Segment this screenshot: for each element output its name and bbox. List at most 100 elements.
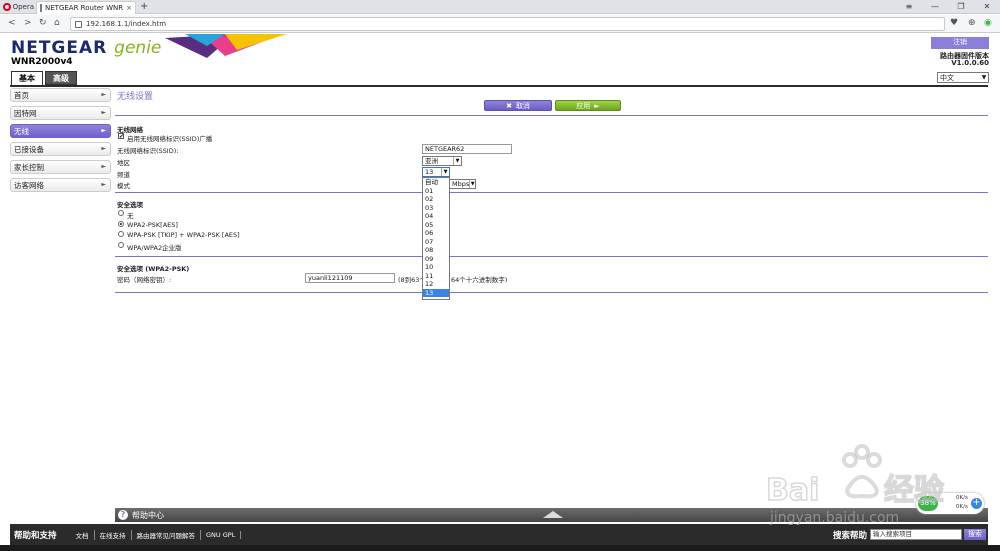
security-radio-wpa2-psk[interactable] — [118, 221, 124, 227]
opera-menu-button[interactable]: Opera — [0, 0, 34, 14]
password-input[interactable]: yuanli121109 — [305, 273, 395, 283]
site-info-icon — [75, 20, 82, 28]
sidebar-item-parental-control[interactable]: 家长控制 ► — [10, 160, 111, 174]
chevron-down-icon: ▼ — [469, 180, 475, 188]
new-tab-button[interactable]: + — [140, 1, 148, 12]
cancel-x-icon: ✖ — [506, 101, 512, 110]
channel-option[interactable]: 07 — [423, 238, 449, 247]
security-radio-none[interactable] — [118, 210, 124, 216]
mode-select[interactable]: Mbps ▼ — [449, 179, 476, 189]
chevron-right-icon: ► — [101, 163, 106, 170]
password-label: 密码（网络密钥）: — [117, 276, 172, 284]
channel-option[interactable]: 10 — [423, 263, 449, 272]
channel-option[interactable]: 01 — [423, 187, 449, 196]
section-divider — [115, 292, 988, 293]
sidebar-item-guest-network[interactable]: 访客网络 ► — [10, 178, 111, 192]
ssid-label: 无线网络标识(SSID): — [117, 147, 179, 155]
chevron-right-icon: ► — [101, 181, 106, 188]
footer-title: 帮助和支持 — [14, 530, 57, 541]
router-header: NETGEAR genie WNR2000v4 基本 高级 注销 路由器固件版本… — [0, 34, 1000, 86]
channel-option[interactable]: 08 — [423, 246, 449, 255]
search-button[interactable]: 搜索 — [964, 529, 986, 540]
page-icon — [40, 4, 43, 12]
channel-option[interactable]: 06 — [423, 229, 449, 238]
browser-tab[interactable]: NETGEAR Router WNR × — [36, 1, 136, 14]
section-divider — [115, 192, 988, 193]
cancel-button[interactable]: ✖ 取消 — [484, 100, 552, 111]
footer-link-faq[interactable]: 路由器常见问题解答 — [132, 529, 202, 540]
forward-icon[interactable]: > — [24, 18, 32, 28]
tab-basic[interactable]: 基本 — [11, 71, 43, 85]
os-taskbar — [0, 545, 1000, 551]
channel-option[interactable]: 03 — [423, 204, 449, 213]
channel-option[interactable]: 11 — [423, 272, 449, 281]
sidebar-item-internet[interactable]: 因特网 ► — [10, 106, 111, 120]
language-select[interactable]: 中文 ▼ — [937, 72, 989, 83]
heart-icon[interactable]: ♥ — [950, 18, 958, 28]
home-icon[interactable]: ⌂ — [54, 18, 60, 28]
expand-up-icon[interactable] — [543, 511, 563, 518]
channel-option[interactable]: 05 — [423, 221, 449, 230]
tab-advanced[interactable]: 高级 — [45, 71, 77, 85]
chevron-down-icon: ▼ — [453, 157, 461, 165]
section-divider — [115, 256, 988, 257]
search-help-label: 搜索帮助 — [833, 531, 868, 541]
model-name: WNR2000v4 — [11, 57, 73, 67]
chevron-right-icon: ► — [101, 91, 106, 98]
opera-logo-icon — [3, 3, 11, 11]
security-option-label: WPA2-PSK[AES] — [127, 221, 178, 229]
channel-option[interactable]: 04 — [423, 212, 449, 221]
minimize-button[interactable]: — — [922, 0, 948, 14]
footer-bar: 帮助和支持 文档 在线支持 路由器常见问题解答 GNU GPL 搜索帮助 输入搜… — [10, 524, 988, 545]
channel-option[interactable]: 自动 — [423, 178, 449, 187]
apply-arrow-icon: ► — [594, 101, 600, 110]
window-controls: ≡ — ❐ ✕ — [896, 0, 1000, 14]
security-radio-wpa-wpa2-mixed[interactable] — [118, 231, 124, 237]
upload-speed: 0K/s — [956, 495, 968, 501]
vpn-icon[interactable]: ◉ — [984, 18, 992, 28]
channel-option[interactable]: 02 — [423, 195, 449, 204]
tab-title: NETGEAR Router WNR — [45, 4, 124, 12]
easy-setup-icon[interactable]: ≡ — [896, 0, 922, 14]
chevron-right-icon: ► — [101, 127, 106, 134]
speed-percent: 38% — [918, 496, 938, 511]
security-option-label: WPA/WPA2企业版 — [127, 244, 182, 252]
back-icon[interactable]: < — [8, 18, 16, 28]
header-divider — [10, 85, 988, 87]
channel-select[interactable]: 13 ▼ — [422, 167, 450, 177]
network-speed-widget[interactable]: 38% 0K/s 0K/s + — [916, 493, 984, 514]
security-radio-enterprise[interactable] — [118, 242, 124, 248]
search-input[interactable]: 输入搜索项目 — [870, 529, 962, 540]
sidebar-item-wireless[interactable]: 无线 ► — [10, 124, 111, 138]
sidebar-item-attached-devices[interactable]: 已接设备 ► — [10, 142, 111, 156]
wpa-section-title: 安全选项 (WPA2-PSK) — [117, 265, 190, 273]
password-hint-right: 64个十六进制数字) — [451, 276, 508, 284]
browser-tab-bar: Opera NETGEAR Router WNR × + ≡ — ❐ ✕ — [0, 0, 1000, 14]
page-title: 无线设置 — [117, 92, 154, 102]
footer-link-gpl[interactable]: GNU GPL — [201, 530, 242, 539]
url-input[interactable]: 192.168.1.1/index.htm — [70, 17, 945, 31]
sidebar-item-home[interactable]: 首页 ► — [10, 88, 111, 102]
chevron-down-icon: ▼ — [981, 74, 987, 81]
plus-icon[interactable]: + — [971, 498, 982, 509]
maximize-button[interactable]: ❐ — [948, 0, 974, 14]
chevron-right-icon: ► — [101, 109, 106, 116]
section-divider — [115, 115, 988, 116]
download-icon[interactable]: ⊕ — [968, 18, 976, 28]
footer-link-docs[interactable]: 文档 — [71, 529, 95, 540]
help-question-icon: ? — [118, 510, 128, 520]
channel-option[interactable]: 09 — [423, 255, 449, 264]
close-window-button[interactable]: ✕ — [974, 0, 1000, 14]
region-select[interactable]: 亚洲 ▼ — [422, 156, 462, 166]
logout-button[interactable]: 注销 — [931, 37, 989, 49]
ssid-input[interactable]: NETGEAR62 — [422, 144, 512, 154]
tab-close-icon[interactable]: × — [126, 4, 132, 12]
apply-button[interactable]: 应用 ► — [555, 100, 621, 111]
channel-option-selected[interactable]: 13 — [423, 288, 449, 297]
footer-link-online-support[interactable]: 在线支持 — [95, 529, 132, 540]
ssid-broadcast-checkbox[interactable]: ✔ — [118, 133, 124, 140]
opera-label: Opera — [12, 3, 34, 11]
channel-option[interactable]: 12 — [423, 280, 449, 289]
reload-icon[interactable]: ↻ — [39, 18, 47, 28]
ssid-broadcast-label: 启用无线网络标识(SSID)广播 — [127, 135, 213, 143]
